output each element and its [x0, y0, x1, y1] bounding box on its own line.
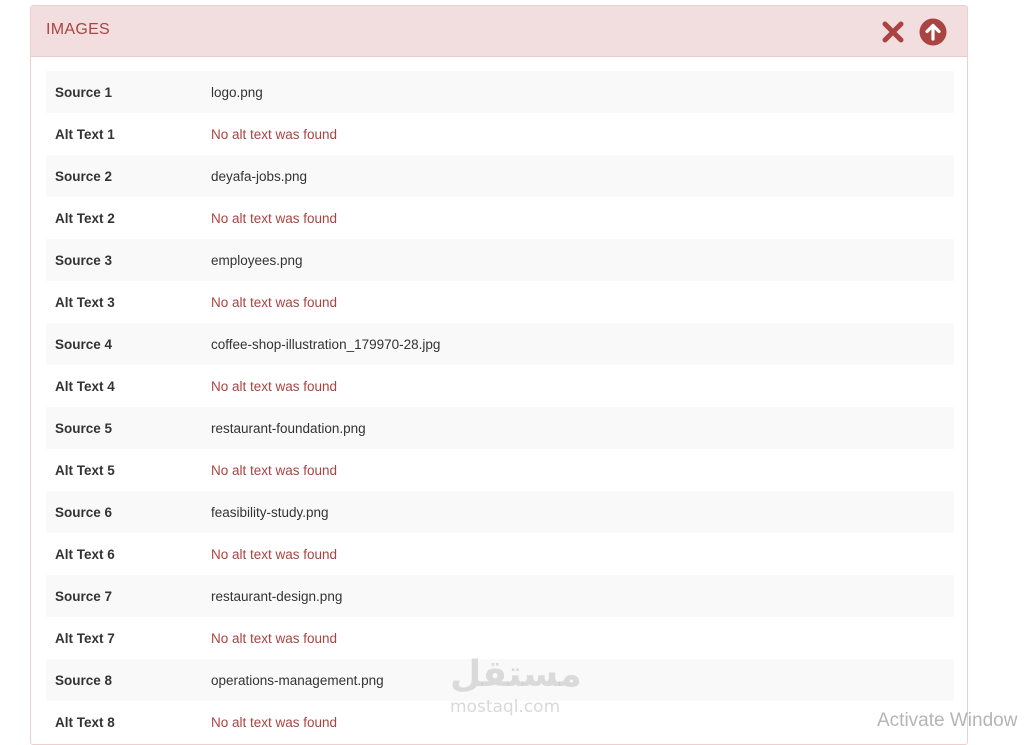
source-value: feasibility-study.png [211, 504, 329, 520]
row-label: Source 5 [55, 420, 113, 436]
watermark-arabic: مستقل [450, 654, 582, 695]
table-row: Source 2 deyafa-jobs.png [46, 155, 954, 197]
row-label: Alt Text 2 [55, 210, 115, 226]
table-row: Source 3 employees.png [46, 239, 954, 281]
row-label: Alt Text 8 [55, 714, 115, 730]
row-label: Alt Text 5 [55, 462, 115, 478]
table-row: Source 5 restaurant-foundation.png [46, 407, 954, 449]
row-label: Alt Text 3 [55, 294, 115, 310]
source-value: restaurant-design.png [211, 588, 343, 604]
alt-text-value: No alt text was found [211, 546, 338, 562]
table-row: Source 4 coffee-shop-illustration_179970-… [46, 323, 954, 365]
row-label: Source 3 [55, 252, 113, 268]
row-label: Source 8 [55, 672, 113, 688]
row-label: Source 6 [55, 504, 113, 520]
row-label: Source 1 [55, 84, 113, 100]
images-table: Source 1 logo.png Alt Text 1 No alt text wa… [46, 71, 954, 743]
alt-text-value: No alt text was found [211, 378, 338, 394]
close-button[interactable] [879, 18, 907, 46]
table-row: Alt Text 7 No alt text was found [46, 617, 954, 659]
alt-text-value: No alt text was found [211, 126, 338, 142]
header-actions [879, 18, 947, 46]
close-icon [882, 21, 904, 43]
source-value: coffee-shop-illustration_179970-28.jpg [211, 336, 441, 352]
table-row: Source 6 feasibility-study.png [46, 491, 954, 533]
source-value: employees.png [211, 252, 303, 268]
source-value: restaurant-foundation.png [211, 420, 366, 436]
table-row: Source 1 logo.png [46, 71, 954, 113]
row-label: Alt Text 6 [55, 546, 115, 562]
row-label: Source 7 [55, 588, 113, 604]
panel-header: IMAGES [31, 6, 967, 57]
alt-text-value: No alt text was found [211, 630, 338, 646]
table-row: Alt Text 5 No alt text was found [46, 449, 954, 491]
table-row: Alt Text 4 No alt text was found [46, 365, 954, 407]
alt-text-value: No alt text was found [211, 210, 338, 226]
source-value: logo.png [211, 84, 263, 100]
row-label: Alt Text 7 [55, 630, 115, 646]
watermark-latin: mostaql.com [450, 697, 561, 717]
row-label: Alt Text 4 [55, 378, 115, 394]
row-label: Source 2 [55, 168, 113, 184]
table-row: Alt Text 2 No alt text was found [46, 197, 954, 239]
panel-title: IMAGES [46, 21, 111, 38]
source-value: operations-management.png [211, 672, 384, 688]
table-row: Alt Text 3 No alt text was found [46, 281, 954, 323]
row-label: Alt Text 1 [55, 126, 115, 142]
activate-windows-text: Activate Window [877, 710, 1018, 731]
alt-text-value: No alt text was found [211, 294, 338, 310]
alt-text-value: No alt text was found [211, 714, 338, 730]
table-row: Alt Text 1 No alt text was found [46, 113, 954, 155]
images-panel: IMAGES Source 1 logo.png Alt Text 1 No alt … [30, 5, 968, 745]
arrow-up-circle-icon [919, 18, 947, 46]
table-row: Alt Text 6 No alt text was found [46, 533, 954, 575]
source-value: deyafa-jobs.png [211, 168, 308, 184]
alt-text-value: No alt text was found [211, 462, 338, 478]
collapse-button[interactable] [919, 18, 947, 46]
row-label: Source 4 [55, 336, 113, 352]
table-row: Source 7 restaurant-design.png [46, 575, 954, 617]
